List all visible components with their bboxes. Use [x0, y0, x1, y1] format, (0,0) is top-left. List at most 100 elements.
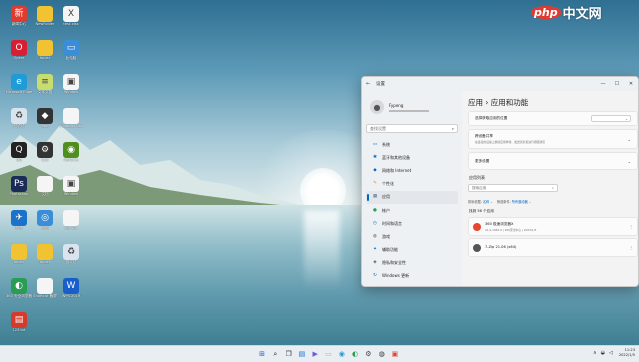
more-settings-card[interactable]: 更多设置 ⌄	[468, 152, 638, 170]
desktop-icon[interactable]: ≡ 文本文档	[33, 74, 57, 95]
desktop-icon[interactable]: ▣ Window	[59, 74, 83, 95]
desktop-icon[interactable]: folder	[33, 244, 57, 265]
folder-icon	[37, 244, 53, 260]
account-icon: ●	[373, 207, 377, 213]
list-item[interactable]: 7-Zip 21.06 (x64) ⋮	[468, 238, 638, 257]
drive-filter[interactable]: 筛选条件: 所有驱动器 ⌄	[497, 199, 531, 204]
more-options-icon[interactable]: ⋮	[629, 245, 633, 250]
drive-value[interactable]: 所有驱动器	[512, 200, 528, 204]
more-options-icon[interactable]: ⋮	[629, 224, 633, 229]
desktop-icon[interactable]: 新新闻中心	[7, 6, 31, 27]
desktop-icon-label: 123.txt	[12, 328, 26, 332]
sidebar-item-label: 网络和 Internet	[382, 167, 412, 173]
wifi-icon: ◆	[373, 167, 377, 173]
360-browser-icon: ◐	[11, 278, 27, 294]
sidebar-item-label: 帐户	[382, 207, 390, 213]
back-icon[interactable]: ←	[366, 81, 376, 87]
settings-icon[interactable]: ⚙	[363, 349, 373, 359]
get-apps-dropdown[interactable]: ⌄	[591, 115, 631, 122]
sidebar-item[interactable]: ↻ Windows 更新	[366, 270, 458, 283]
sidebar-item[interactable]: ● 帐户	[366, 204, 458, 217]
php-logo: php	[531, 6, 561, 19]
settings-search-box[interactable]: ⌕	[366, 124, 458, 133]
nvidia-icon: ◉	[63, 142, 79, 158]
desktop-icon[interactable]: Windows doc	[59, 108, 83, 129]
desktop-icon[interactable]: folder	[33, 40, 57, 61]
desktop-icon[interactable]: 360 Zip	[59, 210, 83, 231]
sidebar-item[interactable]: ▦ 应用	[366, 190, 458, 204]
desktop-icon[interactable]: folder	[7, 244, 31, 265]
edge-icon[interactable]: ◉	[337, 349, 347, 359]
sidebar-item[interactable]: ✎ 个性化	[366, 178, 458, 191]
search-icon[interactable]: ⌕	[552, 186, 554, 190]
archive-icon	[63, 210, 79, 226]
desktop-icon[interactable]: ▣ Window	[59, 176, 83, 197]
sidebar-item[interactable]: ✱ 蓝牙和其他设备	[366, 151, 458, 164]
sidebar-item[interactable]: ◷ 时间和语言	[366, 217, 458, 230]
title-bar[interactable]: ← 设置 — ☐ ✕	[362, 77, 638, 91]
app-search-input[interactable]	[472, 186, 552, 190]
user-name: Fypeng	[389, 102, 404, 108]
pin-icon: ✈	[11, 210, 27, 226]
qq-icon[interactable]: ◍	[377, 349, 387, 359]
desktop-icon[interactable]: ◉ GeForce	[59, 142, 83, 163]
file-explorer-icon[interactable]: ▭	[323, 349, 333, 359]
share-title: 跨设备共享	[475, 134, 493, 138]
desktop-icon[interactable]: ♻ 回收站	[7, 108, 31, 129]
search-icon[interactable]: ⌕	[270, 349, 280, 359]
desktop-icon[interactable]: ▤ 123.txt	[7, 312, 31, 333]
tray-overflow-icon[interactable]: ∧	[593, 350, 597, 356]
network-icon[interactable]: ◒	[601, 350, 605, 356]
get-apps-card[interactable]: 选择获取应用的位置 ⌄	[468, 111, 638, 126]
desktop-icon[interactable]: Ps Photoshop	[7, 176, 31, 197]
sidebar-item[interactable]: ◆ 网络和 Internet	[366, 164, 458, 177]
maximize-button[interactable]: ☐	[610, 77, 624, 91]
desktop-icon[interactable]: Shortcut 截屏	[33, 278, 57, 299]
search-icon[interactable]: ⌕	[452, 126, 454, 131]
desktop-icon[interactable]: W WPS 2019	[59, 278, 83, 299]
desktop-icon[interactable]: NewFolder	[33, 6, 57, 27]
sidebar-nav: ▭ 系统 ✱ 蓝牙和其他设备 ◆ 网络和 Internet ✎ 个性化 ▦ 应用 ● 帐户 ◷ 时间和语言…	[366, 138, 458, 283]
more-settings-title: 更多设置	[475, 158, 490, 163]
sidebar-item[interactable]: ◈ 隐私和安全性	[366, 257, 458, 270]
chevron-down-icon[interactable]: ⌄	[628, 159, 631, 164]
desktop-icon[interactable]: ◐ 360 安全浏览器	[6, 278, 32, 299]
volume-icon[interactable]: ◁	[609, 350, 613, 356]
chevron-down-icon[interactable]: ⌄	[628, 137, 631, 142]
task-view-icon[interactable]: ❐	[284, 349, 294, 359]
share-across-devices-card[interactable]: 跨设备共享 在连接的设备上继续应用体验、发送消息和进行视频通话 ⌄	[468, 129, 638, 149]
edge-icon: e	[11, 74, 27, 90]
desktop-icon[interactable]: O Opera	[7, 40, 31, 61]
desktop-icon-label: 此电脑	[65, 56, 77, 60]
settings-search-input[interactable]	[370, 126, 452, 131]
sort-filter[interactable]: 排序依据: 名称 ⌄	[468, 199, 493, 204]
settings-window[interactable]: ← 设置 — ☐ ✕ ● Fypeng ⌕ ▭ 系统 ✱ 蓝牙和其他设备 ◆ 网络和 In…	[361, 76, 639, 287]
desktop-icon[interactable]: Q QQ	[7, 142, 31, 163]
start-icon[interactable]: ⊞	[257, 349, 267, 359]
desktop-icon[interactable]: ◎ 网络	[33, 210, 57, 231]
sort-value[interactable]: 名称	[483, 200, 489, 204]
list-item[interactable]: 360 极速浏览器X 21.0.1065.0 | 360安全中心 | 2022/1…	[468, 217, 638, 236]
desktop-icon-label: QQ	[16, 158, 22, 162]
minimize-button[interactable]: —	[596, 77, 610, 91]
window-icon: ▣	[63, 176, 79, 192]
desktop-icon[interactable]: ✈ 打开	[7, 210, 31, 231]
app-icon[interactable]: ▣	[390, 349, 400, 359]
widgets-icon[interactable]: ▤	[297, 349, 307, 359]
sidebar-item[interactable]: ◍ 游戏	[366, 230, 458, 243]
user-profile[interactable]: ● Fypeng	[370, 95, 458, 119]
sidebar-item[interactable]: ▭ 系统	[366, 138, 458, 151]
chat-icon[interactable]: ▶	[310, 349, 320, 359]
desktop-icon[interactable]: Xtest.xlsx	[59, 6, 83, 27]
app-search-box[interactable]: ⌕	[468, 184, 558, 192]
close-button[interactable]: ✕	[624, 77, 638, 91]
sidebar-item[interactable]: ✦ 辅助功能	[366, 244, 458, 257]
desktop-icon[interactable]: ⚙ tool	[33, 142, 57, 163]
clock[interactable]: 11:23 2022/1/5	[619, 348, 635, 358]
desktop-icon[interactable]: ▭ 此电脑	[59, 40, 83, 61]
desktop-icon[interactable]: e Microsoft Edge	[6, 74, 32, 95]
desktop-icon[interactable]: ♻ 回收站	[59, 244, 83, 265]
desktop-icon[interactable]: ◆ app	[33, 108, 57, 129]
desktop-icon[interactable]: 文档	[33, 176, 57, 197]
store-icon[interactable]: ◐	[350, 349, 360, 359]
